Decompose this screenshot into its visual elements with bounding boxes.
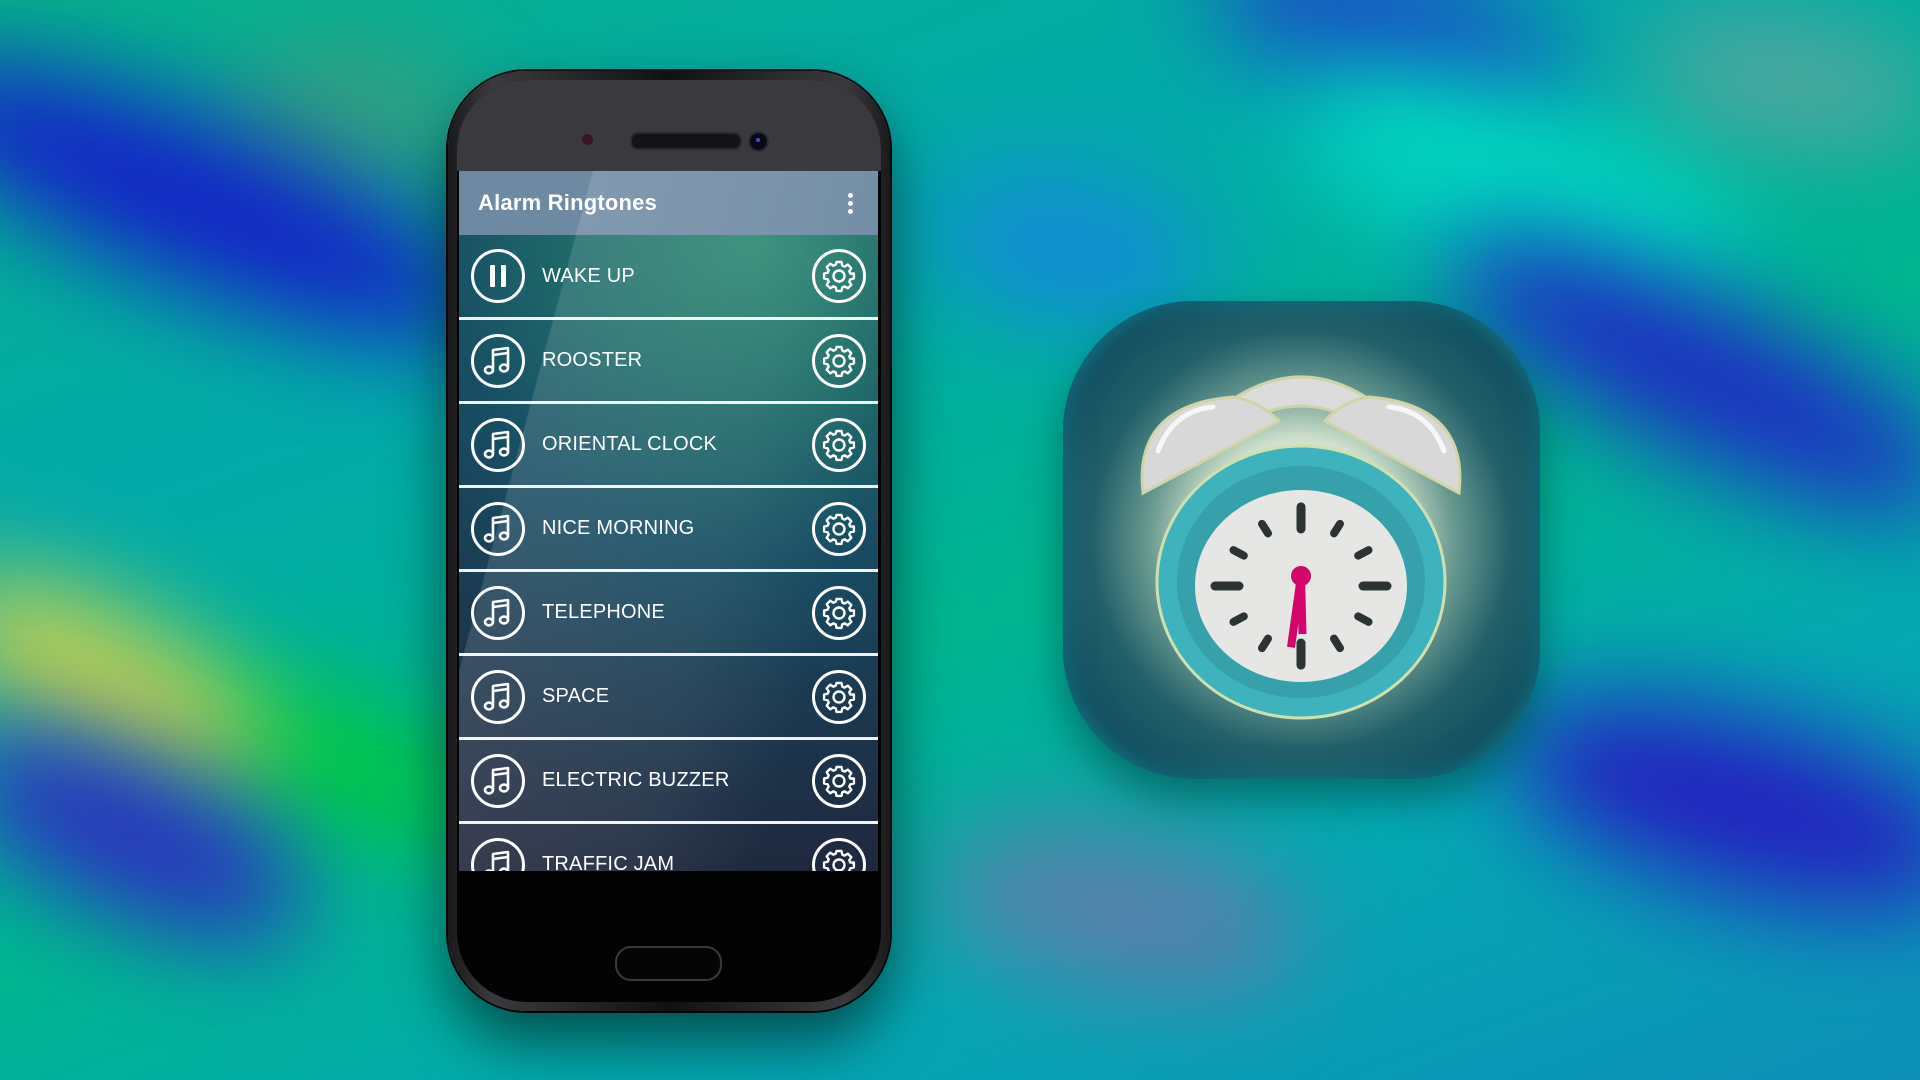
settings-button[interactable] bbox=[812, 501, 866, 556]
settings-button[interactable] bbox=[812, 837, 866, 871]
alarm-clock-icon bbox=[1140, 375, 1462, 720]
music-note-icon bbox=[483, 513, 513, 545]
clock-tick bbox=[1229, 546, 1248, 560]
play-button[interactable] bbox=[471, 669, 525, 724]
ringtone-list: WAKE UP ROOSTER ORIENTAL CLOCK NICE MORNING… bbox=[459, 235, 878, 871]
clock-tick bbox=[1229, 612, 1248, 626]
proximity-sensor bbox=[582, 134, 593, 145]
ringtone-row[interactable]: SPACE bbox=[459, 656, 878, 740]
settings-button[interactable] bbox=[812, 669, 866, 724]
app-bar: Alarm Ringtones bbox=[459, 171, 878, 235]
front-camera-icon bbox=[748, 131, 769, 152]
settings-button[interactable] bbox=[812, 585, 866, 640]
play-button[interactable] bbox=[471, 837, 525, 871]
gear-icon bbox=[822, 596, 856, 630]
ringtone-row[interactable]: ELECTRIC BUZZER bbox=[459, 740, 878, 824]
music-note-icon bbox=[483, 429, 513, 461]
more-vertical-icon[interactable] bbox=[840, 188, 860, 218]
ringtone-row[interactable]: WAKE UP bbox=[459, 235, 878, 320]
app-screen: Alarm Ringtones WAKE UP ROOSTER ORIENTAL C… bbox=[459, 171, 878, 871]
pause-icon bbox=[487, 265, 509, 287]
play-button[interactable] bbox=[471, 585, 525, 640]
phone-mockup: Alarm Ringtones WAKE UP ROOSTER ORIENTAL C… bbox=[448, 71, 890, 1011]
music-note-icon bbox=[483, 765, 513, 797]
music-note-icon bbox=[483, 345, 513, 377]
play-button[interactable] bbox=[471, 417, 525, 472]
music-note-icon bbox=[483, 849, 513, 871]
clock-tick bbox=[1258, 519, 1272, 538]
settings-button[interactable] bbox=[812, 249, 866, 303]
ringtone-label: TRAFFIC JAM bbox=[542, 853, 675, 871]
play-button[interactable] bbox=[471, 753, 525, 808]
gear-icon bbox=[822, 344, 856, 378]
ringtone-row[interactable]: ORIENTAL CLOCK bbox=[459, 404, 878, 488]
ringtone-row[interactable]: TELEPHONE bbox=[459, 572, 878, 656]
clock-tick bbox=[1330, 634, 1344, 653]
ringtone-row[interactable]: NICE MORNING bbox=[459, 488, 878, 572]
settings-button[interactable] bbox=[812, 333, 866, 388]
clock-center-pin bbox=[1291, 566, 1311, 586]
phone-front: Alarm Ringtones WAKE UP ROOSTER ORIENTAL C… bbox=[457, 80, 881, 1002]
app-title: Alarm Ringtones bbox=[478, 190, 658, 215]
ringtone-row[interactable]: ROOSTER bbox=[459, 320, 878, 404]
gear-icon bbox=[822, 764, 856, 798]
home-button[interactable] bbox=[615, 946, 722, 981]
ringtone-label: ELECTRIC BUZZER bbox=[542, 769, 730, 791]
settings-button[interactable] bbox=[812, 417, 866, 472]
gear-icon bbox=[822, 848, 856, 871]
pause-button[interactable] bbox=[471, 249, 525, 303]
ringtone-label: SPACE bbox=[542, 685, 610, 707]
ringtone-label: ROOSTER bbox=[542, 349, 643, 371]
clock-tick bbox=[1258, 634, 1272, 653]
clock-tick bbox=[1354, 612, 1373, 626]
play-button[interactable] bbox=[471, 501, 525, 556]
gear-icon bbox=[822, 428, 856, 462]
earpiece-speaker bbox=[630, 132, 742, 150]
gear-icon bbox=[822, 512, 856, 546]
gear-icon bbox=[822, 680, 856, 714]
ringtone-row[interactable]: TRAFFIC JAM bbox=[459, 824, 878, 871]
ringtone-label: NICE MORNING bbox=[542, 517, 695, 539]
top-bezel bbox=[457, 80, 881, 171]
background bbox=[0, 0, 1920, 1080]
ringtone-label: TELEPHONE bbox=[542, 601, 665, 623]
settings-button[interactable] bbox=[812, 753, 866, 808]
clock-tick bbox=[1354, 546, 1373, 560]
clock-tick bbox=[1330, 519, 1344, 538]
music-note-icon bbox=[483, 597, 513, 629]
play-button[interactable] bbox=[471, 333, 525, 388]
ringtone-label: WAKE UP bbox=[542, 264, 635, 287]
alarm-app-icon[interactable] bbox=[1063, 301, 1540, 779]
gear-icon bbox=[822, 259, 856, 293]
ringtone-label: ORIENTAL CLOCK bbox=[542, 433, 718, 455]
music-note-icon bbox=[483, 681, 513, 713]
